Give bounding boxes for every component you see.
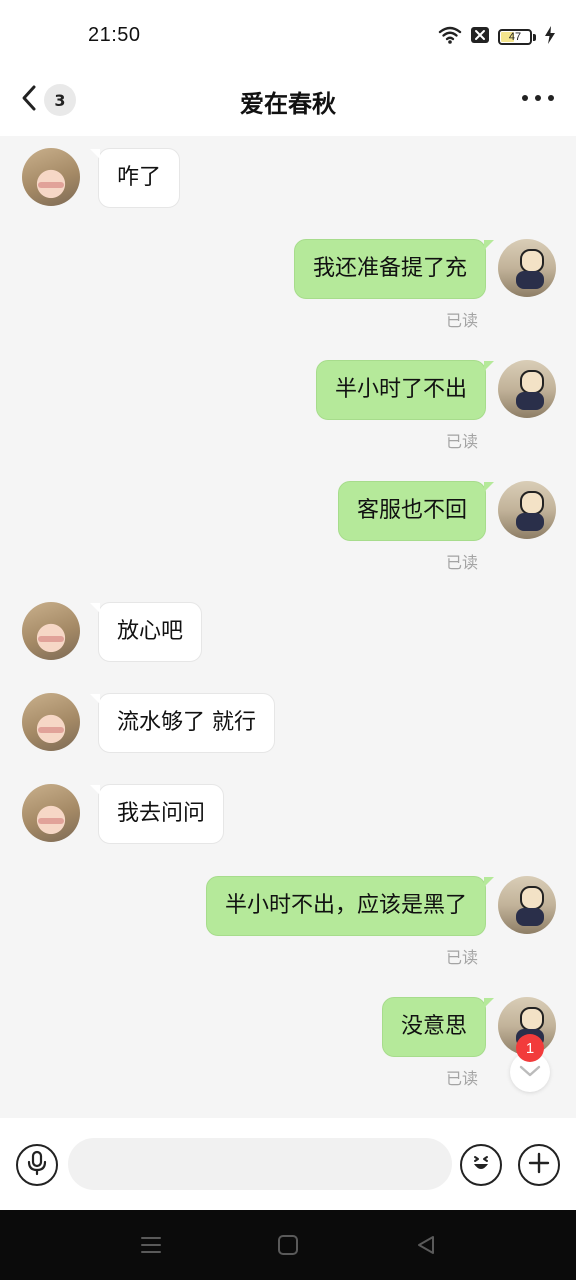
plus-icon bbox=[527, 1151, 551, 1179]
more-options-button[interactable] bbox=[522, 84, 554, 112]
battery-text: 47 bbox=[508, 31, 522, 43]
message-bubble[interactable]: 没意思 bbox=[381, 997, 495, 1057]
my-avatar[interactable] bbox=[498, 876, 556, 934]
voice-button[interactable] bbox=[16, 1144, 58, 1186]
status-time: 21:50 bbox=[88, 24, 141, 46]
outgoing-message: 没意思 bbox=[0, 997, 576, 1057]
status-icons: 47 bbox=[438, 26, 556, 48]
new-message-badge: 1 bbox=[516, 1034, 544, 1062]
status-bar: 21:50 47 bbox=[0, 0, 576, 66]
x-box-icon bbox=[470, 26, 490, 48]
add-attachment-button[interactable] bbox=[518, 1144, 560, 1186]
message-input[interactable] bbox=[68, 1138, 452, 1190]
chevron-down-icon bbox=[519, 1063, 541, 1082]
message-bubble[interactable]: 我还准备提了充 bbox=[293, 239, 495, 299]
more-dot bbox=[522, 95, 528, 101]
read-receipt: 已读 bbox=[446, 1069, 479, 1088]
message-bubble[interactable]: 放心吧 bbox=[89, 602, 203, 662]
my-avatar[interactable] bbox=[498, 239, 556, 297]
more-dot bbox=[535, 95, 541, 101]
incoming-message: 咋了 bbox=[22, 148, 322, 208]
message-bubble[interactable]: 流水够了 就行 bbox=[90, 693, 275, 753]
my-avatar[interactable] bbox=[498, 481, 556, 539]
message-bubble[interactable]: 半小时了不出 bbox=[315, 360, 495, 420]
input-bar bbox=[0, 1118, 576, 1210]
my-avatar[interactable] bbox=[498, 360, 556, 418]
outgoing-message: 我还准备提了充 bbox=[0, 239, 576, 299]
system-nav-bar bbox=[0, 1210, 576, 1280]
message-bubble[interactable]: 咋了 bbox=[89, 148, 181, 208]
home-square-icon[interactable] bbox=[275, 1232, 301, 1258]
incoming-message: 我去问问 bbox=[22, 784, 322, 844]
chat-title: 爱在春秋 bbox=[240, 90, 336, 118]
outgoing-message: 半小时不出，应该是黑了 bbox=[0, 876, 576, 936]
wifi-icon bbox=[438, 26, 462, 48]
read-receipt: 已读 bbox=[446, 948, 479, 967]
outgoing-message: 客服也不回 bbox=[0, 481, 576, 541]
incoming-message: 流水够了 就行 bbox=[22, 693, 322, 753]
outgoing-message: 半小时了不出 bbox=[0, 360, 576, 420]
contact-avatar[interactable] bbox=[22, 148, 80, 206]
read-receipt: 已读 bbox=[446, 553, 479, 572]
menu-icon[interactable] bbox=[138, 1232, 164, 1258]
contact-avatar[interactable] bbox=[22, 693, 80, 751]
charging-bolt-icon bbox=[544, 26, 556, 48]
microphone-icon bbox=[26, 1150, 48, 1180]
read-receipt: 已读 bbox=[446, 432, 479, 451]
more-dot bbox=[548, 95, 554, 101]
smile-emoji-icon bbox=[467, 1149, 495, 1181]
contact-avatar[interactable] bbox=[22, 784, 80, 842]
message-bubble[interactable]: 我去问问 bbox=[89, 784, 225, 844]
back-triangle-icon[interactable] bbox=[413, 1232, 439, 1258]
emoji-button[interactable] bbox=[460, 1144, 502, 1186]
chat-header: 3 爱在春秋 bbox=[0, 66, 576, 136]
message-bubble[interactable]: 半小时不出，应该是黑了 bbox=[205, 876, 495, 936]
contact-avatar[interactable] bbox=[22, 602, 80, 660]
read-receipt: 已读 bbox=[446, 311, 479, 330]
message-bubble[interactable]: 客服也不回 bbox=[337, 481, 495, 541]
battery-icon: 47 bbox=[498, 29, 536, 45]
incoming-message: 放心吧 bbox=[22, 602, 322, 662]
